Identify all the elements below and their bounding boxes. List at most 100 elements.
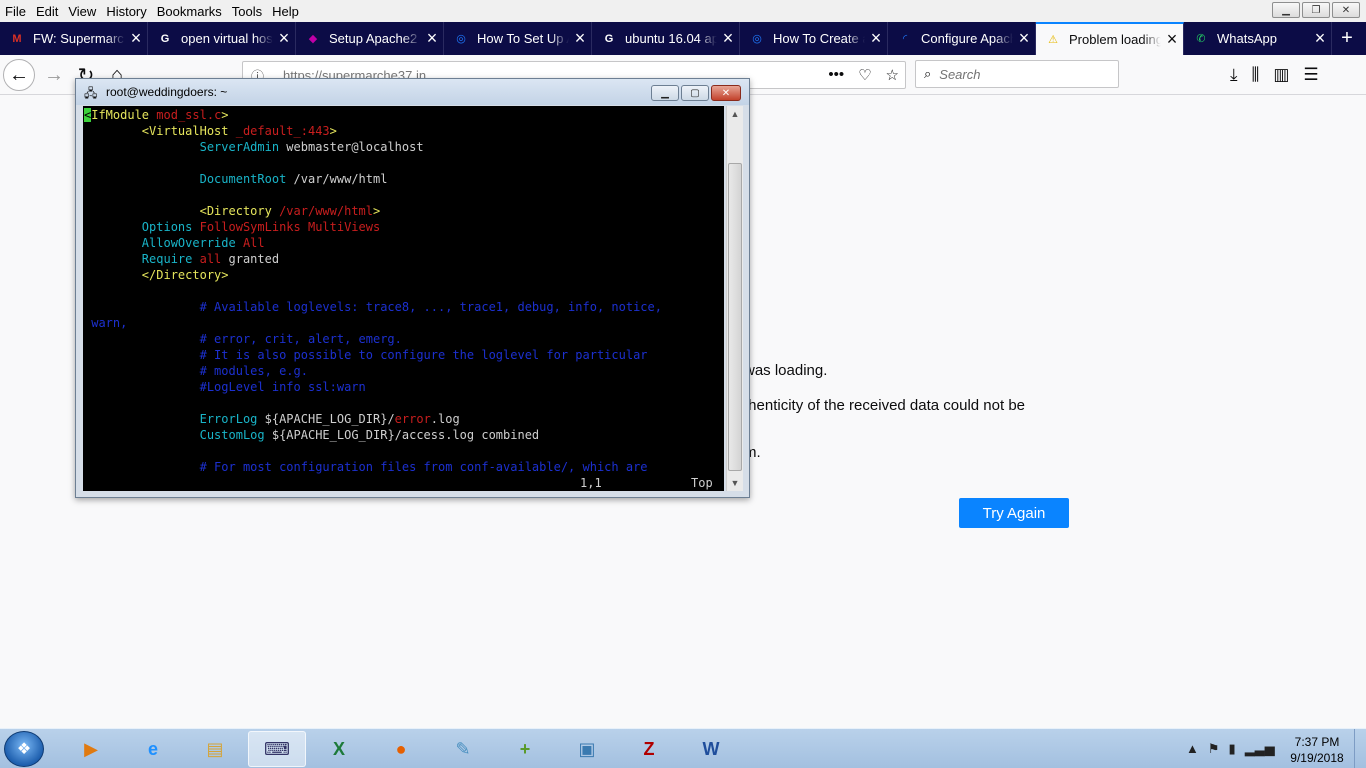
- putty-window: 🖧 root@weddingdoers: ~ ▁ ▢ ✕ <IfModule m…: [75, 78, 750, 498]
- minimize-button[interactable]: ▁: [1272, 2, 1300, 18]
- arrow-left-icon: ←: [9, 63, 29, 86]
- tab-close-icon[interactable]: ×: [1309, 28, 1331, 49]
- taskbar-notepad-button[interactable]: ✎: [434, 731, 492, 767]
- tab-title: Setup Apache2 W: [329, 31, 421, 46]
- terminal-line: # For most configuration files from conf…: [84, 459, 724, 475]
- terminal-line: warn,: [84, 315, 724, 331]
- terminal-text: error: [394, 412, 431, 426]
- terminal-text: >: [373, 204, 381, 218]
- taskbar-filezilla-button[interactable]: Z: [620, 731, 678, 767]
- clock[interactable]: 7:37 PM 9/19/2018: [1282, 734, 1352, 766]
- tab-8[interactable]: ✆ WhatsApp ×: [1184, 22, 1332, 55]
- taskbar-media-player-button[interactable]: ▶: [62, 731, 120, 767]
- terminal-text: all: [199, 252, 229, 266]
- try-again-button[interactable]: Try Again: [959, 498, 1069, 528]
- scroll-up-icon[interactable]: ▲: [727, 106, 743, 122]
- bookmark-star-icon[interactable]: ☆: [886, 66, 899, 84]
- digitalocean-icon: ◎: [752, 33, 762, 45]
- tab-title: open virtual host: [181, 31, 273, 46]
- hamburger-menu-icon[interactable]: ☰: [1303, 65, 1318, 85]
- menu-help[interactable]: Help: [267, 4, 304, 19]
- word-icon: W: [702, 738, 720, 759]
- show-hidden-icons-icon[interactable]: ▲: [1186, 741, 1199, 757]
- file-explorer-icon: ▤: [206, 738, 224, 759]
- menu-bar: File Edit View History Bookmarks Tools H…: [0, 0, 1366, 22]
- tab-2[interactable]: ◆ Setup Apache2 W×: [296, 22, 444, 55]
- tab-3[interactable]: ◎ How To Set Up A ×: [444, 22, 592, 55]
- terminal-line: ErrorLog ${APACHE_LOG_DIR}/error.log: [84, 411, 724, 427]
- gmail-icon: M: [12, 32, 22, 45]
- show-desktop-button[interactable]: [1354, 729, 1366, 768]
- putty-minimize-button[interactable]: ▁: [651, 85, 679, 101]
- terminal-text: CustomLog: [84, 428, 272, 442]
- tab-close-icon[interactable]: ×: [273, 28, 295, 49]
- google-icon: G: [160, 32, 170, 45]
- putty-maximize-button[interactable]: ▢: [681, 85, 709, 101]
- page-actions-icon[interactable]: •••: [828, 66, 844, 84]
- tab-close-icon[interactable]: ×: [125, 28, 147, 49]
- forward-button[interactable]: →: [38, 59, 70, 91]
- tab-strip: MFW: Supermarche×Gopen virtual host×◆Set…: [0, 22, 1366, 55]
- tab-title: WhatsApp: [1217, 31, 1277, 46]
- terminal-scrollbar[interactable]: ▲ ▼: [726, 106, 743, 491]
- terminal-text: ErrorLog: [84, 412, 265, 426]
- terminal-text: <VirtualHost: [84, 124, 236, 138]
- library-icon[interactable]: ⫼: [1252, 65, 1260, 85]
- terminal-text: ServerAdmin: [84, 140, 287, 154]
- network-signal-icon[interactable]: ▂▃▅: [1245, 741, 1275, 757]
- search-placeholder: Search: [939, 66, 981, 82]
- tab-close-icon[interactable]: ×: [717, 28, 739, 49]
- terminal-line: <Directory /var/www/html>: [84, 203, 724, 219]
- taskbar-file-explorer-button[interactable]: ▤: [186, 731, 244, 767]
- search-input[interactable]: ⌕ Search: [915, 60, 1119, 88]
- putty-icon: ⌨: [264, 738, 290, 759]
- tab-6[interactable]: ◜ Configure Apach ×: [888, 22, 1036, 55]
- tab-close-icon[interactable]: ×: [1013, 28, 1035, 49]
- power-icon[interactable]: ▮: [1229, 741, 1236, 757]
- tab-title: ubuntu 16.04 ap: [625, 31, 717, 46]
- action-center-flag-icon[interactable]: ⚑: [1208, 741, 1220, 757]
- tab-7[interactable]: ⚠ Problem loading ×: [1036, 22, 1184, 55]
- scroll-thumb[interactable]: [728, 163, 742, 471]
- pocket-icon[interactable]: ♡: [858, 66, 871, 84]
- terminal-text: DocumentRoot: [84, 172, 294, 186]
- menu-edit[interactable]: Edit: [31, 4, 63, 19]
- tab-4[interactable]: Gubuntu 16.04 ap ×: [592, 22, 740, 55]
- taskbar-internet-explorer-button[interactable]: e: [124, 731, 182, 767]
- clock-date: 9/19/2018: [1290, 751, 1344, 765]
- tab-0[interactable]: M FW: Supermarche×: [0, 22, 148, 55]
- error-text-line-1: was loading.: [744, 362, 828, 379]
- restore-button[interactable]: ❐: [1302, 2, 1330, 18]
- taskbar-image-viewer-button[interactable]: ▣: [558, 731, 616, 767]
- media-player-icon: ▶: [84, 738, 98, 759]
- putty-close-button[interactable]: ✕: [711, 85, 741, 101]
- tab-1[interactable]: Gopen virtual host ×: [148, 22, 296, 55]
- taskbar-excel-button[interactable]: X: [310, 731, 368, 767]
- start-button[interactable]: ❖: [4, 731, 44, 767]
- sidebar-icon[interactable]: ▥: [1273, 65, 1289, 85]
- putty-title-bar[interactable]: 🖧 root@weddingdoers: ~ ▁ ▢ ✕: [76, 79, 749, 105]
- menu-history[interactable]: History: [101, 4, 151, 19]
- taskbar-word-button[interactable]: W: [682, 731, 740, 767]
- terminal-screen[interactable]: <IfModule mod_ssl.c> <VirtualHost _defau…: [83, 106, 724, 491]
- tab-close-icon[interactable]: ×: [421, 28, 443, 49]
- download-icon[interactable]: ⤓: [1230, 65, 1238, 85]
- tab-close-icon[interactable]: ×: [1161, 29, 1183, 50]
- terminal-text: mod_ssl.c: [156, 108, 222, 122]
- menu-tools[interactable]: Tools: [227, 4, 267, 19]
- taskbar-firefox-button[interactable]: ●: [372, 731, 430, 767]
- putty-window-controls: ▁ ▢ ✕: [651, 85, 741, 101]
- scroll-down-icon[interactable]: ▼: [727, 475, 743, 491]
- new-tab-button[interactable]: +: [1332, 22, 1362, 55]
- tab-close-icon[interactable]: ×: [569, 28, 591, 49]
- back-button[interactable]: ←: [3, 59, 35, 91]
- menu-bookmarks[interactable]: Bookmarks: [152, 4, 227, 19]
- tab-5[interactable]: ◎ How To Create a ×: [740, 22, 888, 55]
- menu-view[interactable]: View: [63, 4, 101, 19]
- close-button[interactable]: ✕: [1332, 2, 1360, 18]
- tab-close-icon[interactable]: ×: [865, 28, 887, 49]
- taskbar-notepad-plus-button[interactable]: +: [496, 731, 554, 767]
- taskbar-putty-button[interactable]: ⌨: [248, 731, 306, 767]
- menu-file[interactable]: File: [0, 4, 31, 19]
